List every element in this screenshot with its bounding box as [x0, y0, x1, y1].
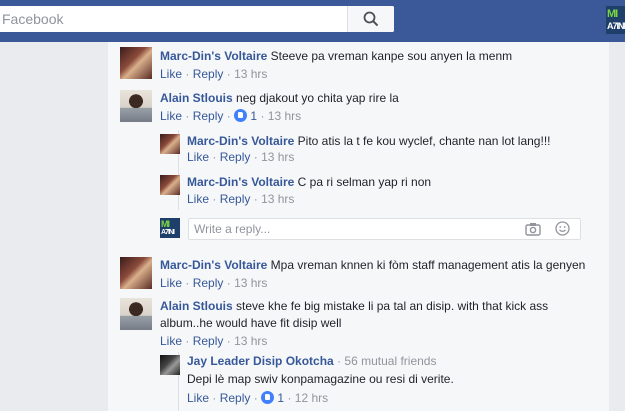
comment-timestamp[interactable]: 13 hrs: [234, 67, 267, 81]
reply-link[interactable]: Reply: [220, 391, 251, 405]
like-link[interactable]: Like: [160, 109, 182, 123]
comment-actions: Like · Reply · 1 · 12 hrs: [187, 390, 328, 406]
search-bar: [0, 6, 394, 32]
comment-text: neg djakout yo chita yap rire la: [236, 91, 399, 105]
comment-text: Steeve pa vreman kanpe sou anyen la menm: [270, 49, 513, 63]
comment-text: Pito atis la t fe kou wyclef, chante nan…: [297, 134, 551, 148]
top-navigation-bar: MI A7INI: [0, 0, 625, 42]
comment-timestamp[interactable]: 13 hrs: [261, 150, 294, 164]
page-logo-text-top: MI: [161, 219, 170, 229]
comment-author[interactable]: Alain Stlouis: [160, 91, 233, 105]
like-reaction-icon[interactable]: [234, 109, 248, 122]
separator: ·: [226, 109, 231, 123]
comment-author[interactable]: Marc-Din's Voltaire: [187, 134, 294, 148]
separator: ·: [212, 150, 217, 164]
avatar[interactable]: [160, 355, 180, 375]
page-logo-text-bottom: A7INI: [161, 229, 175, 236]
separator: ·: [185, 334, 190, 348]
page-logo-text-bottom: A7INI: [607, 21, 625, 31]
avatar[interactable]: [160, 134, 180, 154]
reply-body: Jay Leader Disip Okotcha · 56 mutual fri…: [187, 353, 436, 369]
like-link[interactable]: Like: [187, 150, 209, 164]
separator: ·: [226, 67, 231, 81]
like-link[interactable]: Like: [187, 192, 209, 206]
comment-text: Depi lè map swiv konpamagazine ou resi d…: [187, 372, 454, 386]
page-logo-text-top: MI: [607, 8, 618, 20]
comment-text: C pa ri selman yap ri non: [297, 175, 432, 189]
comment-body: Alain Stlouis neg djakout yo chita yap r…: [160, 90, 399, 106]
comment-author[interactable]: Marc-Din's Voltaire: [160, 258, 267, 272]
comment-timestamp[interactable]: 13 hrs: [234, 334, 267, 348]
separator: ·: [226, 334, 231, 348]
comment-actions: Like · Reply · 13 hrs: [160, 275, 267, 291]
comment-body: Alain Stlouis steve khe fe big mistake l…: [160, 298, 548, 314]
like-count[interactable]: 1: [250, 109, 257, 123]
separator: ·: [260, 109, 265, 123]
separator: ·: [287, 391, 292, 405]
comment-author[interactable]: Jay Leader Disip Okotcha: [187, 354, 334, 368]
avatar[interactable]: [120, 47, 152, 79]
comment-actions: Like · Reply · 13 hrs: [187, 149, 294, 165]
emoji-icon[interactable]: [555, 221, 570, 236]
separator: ·: [337, 354, 342, 368]
comment-timestamp[interactable]: 13 hrs: [261, 192, 294, 206]
page-avatar: MI A7INI: [160, 218, 180, 238]
reply-link[interactable]: Reply: [193, 67, 224, 81]
reply-link[interactable]: Reply: [193, 109, 224, 123]
separator: ·: [253, 192, 258, 206]
comment-author[interactable]: Marc-Din's Voltaire: [160, 49, 267, 63]
separator: ·: [253, 150, 258, 164]
comment-actions: Like · Reply · 13 hrs: [187, 191, 294, 207]
separator: ·: [185, 109, 190, 123]
like-link[interactable]: Like: [160, 334, 182, 348]
comment-actions: Like · Reply · 13 hrs: [160, 333, 267, 349]
comment-timestamp[interactable]: 13 hrs: [268, 109, 301, 123]
like-link[interactable]: Like: [160, 276, 182, 290]
separator: ·: [226, 276, 231, 290]
comment-text: steve khe fe big mistake li pa tal an di…: [236, 299, 549, 313]
like-link[interactable]: Like: [160, 67, 182, 81]
comment-timestamp[interactable]: 12 hrs: [295, 391, 328, 405]
reply-input[interactable]: [189, 219, 514, 239]
separator: ·: [212, 192, 217, 206]
separator: ·: [253, 391, 258, 405]
reply-box: [188, 218, 581, 240]
reply-link[interactable]: Reply: [220, 192, 251, 206]
avatar[interactable]: [160, 175, 180, 195]
avatar[interactable]: [120, 298, 152, 330]
separator: ·: [185, 67, 190, 81]
comment-timestamp[interactable]: 13 hrs: [234, 276, 267, 290]
separator: ·: [212, 391, 217, 405]
search-button[interactable]: [347, 6, 394, 32]
page-profile-avatar[interactable]: MI A7INI: [606, 6, 625, 34]
comment-body: Marc-Din's Voltaire Mpa vreman knnen ki …: [160, 257, 585, 273]
camera-icon[interactable]: [525, 222, 541, 236]
reply-link[interactable]: Reply: [220, 150, 251, 164]
mutual-friends[interactable]: 56 mutual friends: [344, 354, 436, 368]
reply-link[interactable]: Reply: [193, 334, 224, 348]
like-link[interactable]: Like: [187, 391, 209, 405]
reply-link[interactable]: Reply: [193, 276, 224, 290]
avatar[interactable]: [120, 257, 152, 289]
reply-body: Marc-Din's Voltaire C pa ri selman yap r…: [187, 174, 431, 190]
comment-body: Marc-Din's Voltaire Steeve pa vreman kan…: [160, 48, 512, 64]
comment-text: Mpa vreman knnen ki fòm staff management…: [270, 258, 586, 272]
search-input[interactable]: [0, 6, 342, 32]
like-count[interactable]: 1: [277, 391, 284, 405]
comment-author[interactable]: Marc-Din's Voltaire: [187, 175, 294, 189]
comment-text-continued: album..he would have fit disip well: [160, 316, 342, 330]
avatar[interactable]: [120, 90, 152, 122]
like-reaction-icon[interactable]: [261, 391, 275, 404]
comment-actions: Like · Reply · 1 · 13 hrs: [160, 108, 301, 124]
search-icon: [363, 11, 379, 27]
reply-body: Marc-Din's Voltaire Pito atis la t fe ko…: [187, 133, 550, 149]
comment-actions: Like · Reply · 13 hrs: [160, 66, 267, 82]
separator: ·: [185, 276, 190, 290]
comment-author[interactable]: Alain Stlouis: [160, 299, 233, 313]
